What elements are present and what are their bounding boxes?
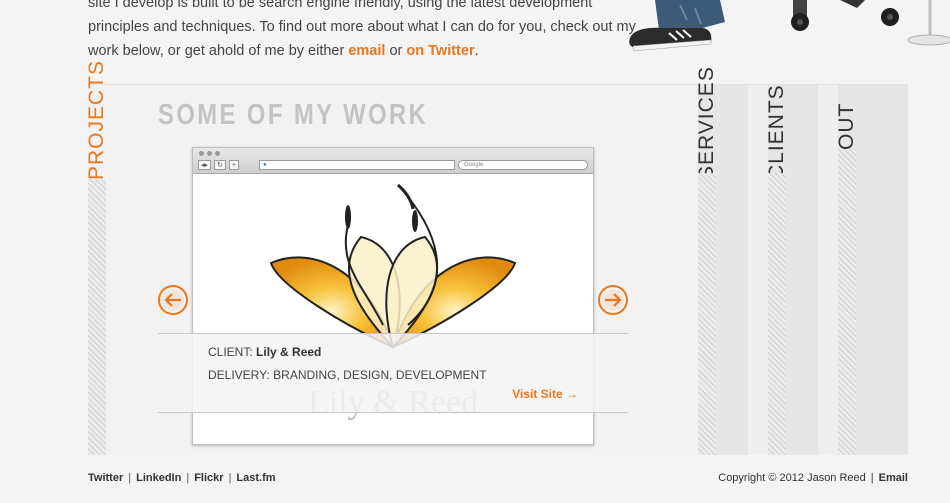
tab-about[interactable]: ABOUT — [835, 85, 858, 455]
window-dots — [199, 151, 220, 156]
arrow-left-icon — [164, 293, 181, 307]
tab-projects-stripes — [88, 179, 106, 455]
panel-right-fill — [858, 85, 908, 455]
hero-illustration — [629, 0, 950, 52]
project-info-strip: CLIENT: Lily & Reed DELIVERY: BRANDING, … — [158, 333, 628, 413]
intro-or-text: or — [385, 43, 407, 59]
email-link[interactable]: email — [348, 43, 385, 59]
intro-text: site I develop is built to be search eng… — [88, 0, 648, 63]
footer-social-links: Twitter | LinkedIn | Flickr | Last.fm — [88, 472, 276, 484]
intro-end: . — [474, 43, 479, 59]
client-name: Lily & Reed — [256, 345, 322, 359]
section-title: SOME OF MY WORK — [158, 99, 429, 131]
tab-projects-label[interactable]: PROJECTS — [85, 60, 108, 180]
twitter-link[interactable]: on Twitter — [406, 43, 474, 59]
browser-search-placeholder: Google — [464, 162, 484, 168]
reload-icon: ↻ — [214, 160, 226, 170]
delivery-row: DELIVERY: BRANDING, DESIGN, DEVELOPMENT — [208, 368, 487, 382]
client-row: CLIENT: Lily & Reed — [208, 345, 321, 359]
tab-services[interactable]: SERVICES — [695, 66, 748, 455]
footer-link-lastfm[interactable]: Last.fm — [236, 472, 275, 484]
back-icon: ◂▸ — [198, 160, 212, 170]
browser-toolbar: ◂▸ ↻ + ● Google — [193, 148, 593, 174]
footer-separator: | — [128, 472, 132, 484]
browser-nav-buttons: ◂▸ ↻ + — [198, 160, 239, 170]
tab-clients-stripes — [768, 173, 786, 455]
footer-link-flickr[interactable]: Flickr — [194, 472, 223, 484]
add-tab-icon: + — [228, 160, 239, 170]
previous-project-button[interactable] — [158, 285, 188, 315]
footer-separator: | — [228, 472, 232, 484]
intro-line-2: principles and techniques. To find out m… — [88, 19, 636, 35]
tab-services-label[interactable]: SERVICES — [695, 66, 718, 180]
intro-line-3-text: work below, or get ahold of me by either — [88, 43, 349, 59]
delivery-label: DELIVERY: — [208, 368, 270, 382]
intro-line-3: work below, or get ahold of me by either… — [88, 39, 648, 63]
browser-url-bar: ● — [259, 160, 455, 170]
tab-services-stripes — [698, 173, 716, 455]
next-project-button[interactable] — [598, 285, 628, 315]
visit-site-link[interactable]: Visit Site → — [512, 387, 578, 401]
tab-clients[interactable]: CLIENTS — [765, 84, 818, 455]
footer-copyright: Copyright © 2012 Jason Reed | Email — [718, 472, 908, 484]
footer-link-linkedin[interactable]: LinkedIn — [136, 472, 181, 484]
copyright-text: Copyright © 2012 Jason Reed — [718, 472, 866, 484]
tab-clients-label[interactable]: CLIENTS — [765, 84, 788, 180]
delivery-value: BRANDING, DESIGN, DEVELOPMENT — [273, 368, 487, 382]
client-label: CLIENT: — [208, 345, 253, 359]
footer-separator: | — [186, 472, 190, 484]
tab-projects[interactable]: PROJECTS — [85, 60, 108, 455]
tab-about-stripes — [838, 149, 856, 455]
portfolio-panel: PROJECTS SERVICES CLIENTS ABOUT SOME OF … — [85, 60, 908, 455]
footer-email-link[interactable]: Email — [879, 472, 908, 484]
arrow-right-icon — [605, 293, 622, 307]
browser-search-bar: Google — [458, 160, 588, 170]
footer-link-twitter[interactable]: Twitter — [88, 472, 123, 484]
intro-line-1: site I develop is built to be search eng… — [88, 0, 593, 11]
footer-separator: | — [870, 472, 874, 484]
